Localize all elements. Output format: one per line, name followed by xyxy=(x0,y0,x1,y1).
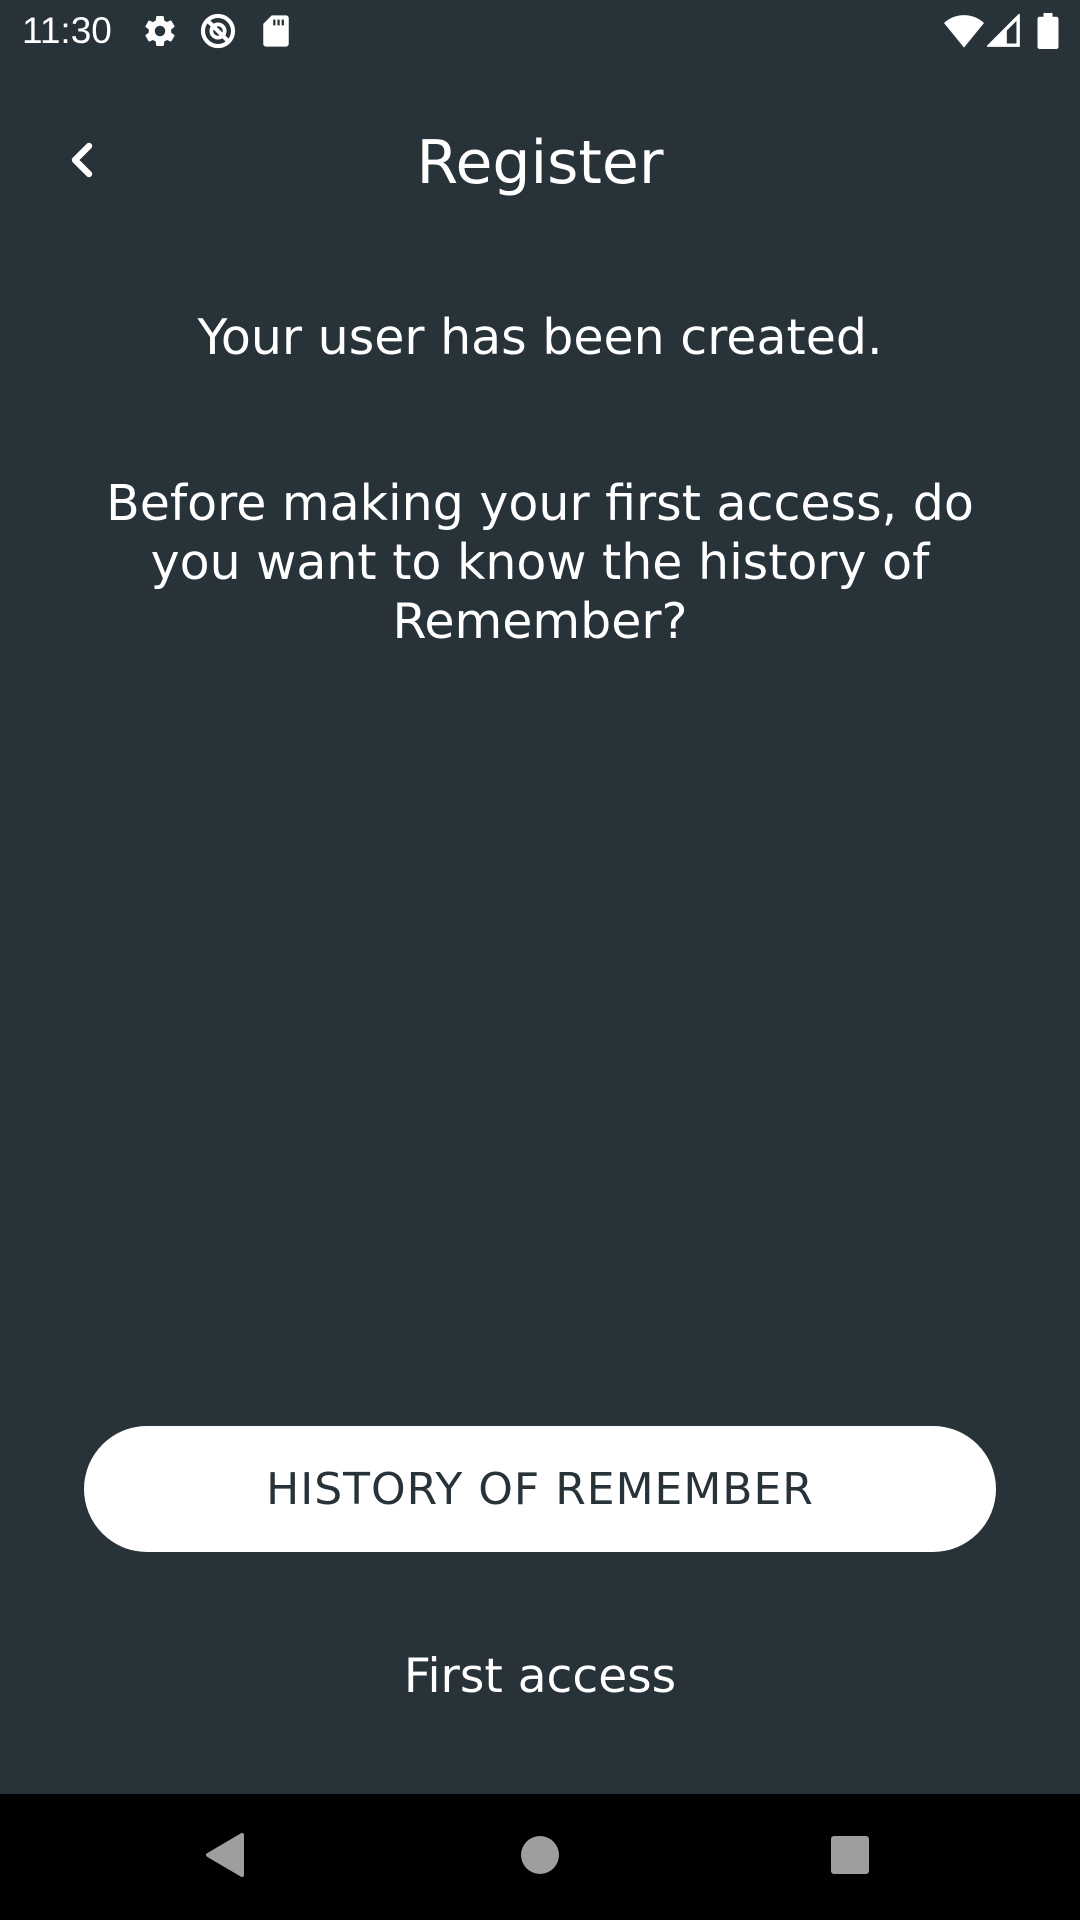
first-access-link[interactable]: First access xyxy=(0,1642,1080,1712)
wifi-icon xyxy=(944,11,984,51)
gear-icon xyxy=(140,11,180,51)
cell-signal-icon xyxy=(984,11,1024,51)
status-bar: 11:30 xyxy=(0,0,1080,63)
system-nav-bar xyxy=(0,1794,1080,1920)
recents-square-icon xyxy=(830,1835,870,1879)
no-sync-icon xyxy=(198,11,238,51)
nav-recents-button[interactable] xyxy=(818,1825,882,1889)
page-title: Register xyxy=(416,128,664,198)
battery-icon xyxy=(1028,11,1068,51)
status-time: 11:30 xyxy=(22,10,112,51)
back-triangle-icon xyxy=(202,1831,246,1883)
history-of-remember-button[interactable]: HISTORY OF REMEMBER xyxy=(84,1426,996,1552)
user-created-message: Your user has been created. xyxy=(197,309,883,366)
register-success-screen: 11:30 Register Your user has been create… xyxy=(0,0,1080,1920)
nav-back-button[interactable] xyxy=(192,1825,256,1889)
home-circle-icon xyxy=(520,1835,560,1879)
history-question: Before making your first access, do you … xyxy=(106,475,974,650)
sd-card-icon xyxy=(256,11,296,51)
nav-home-button[interactable] xyxy=(508,1825,572,1889)
